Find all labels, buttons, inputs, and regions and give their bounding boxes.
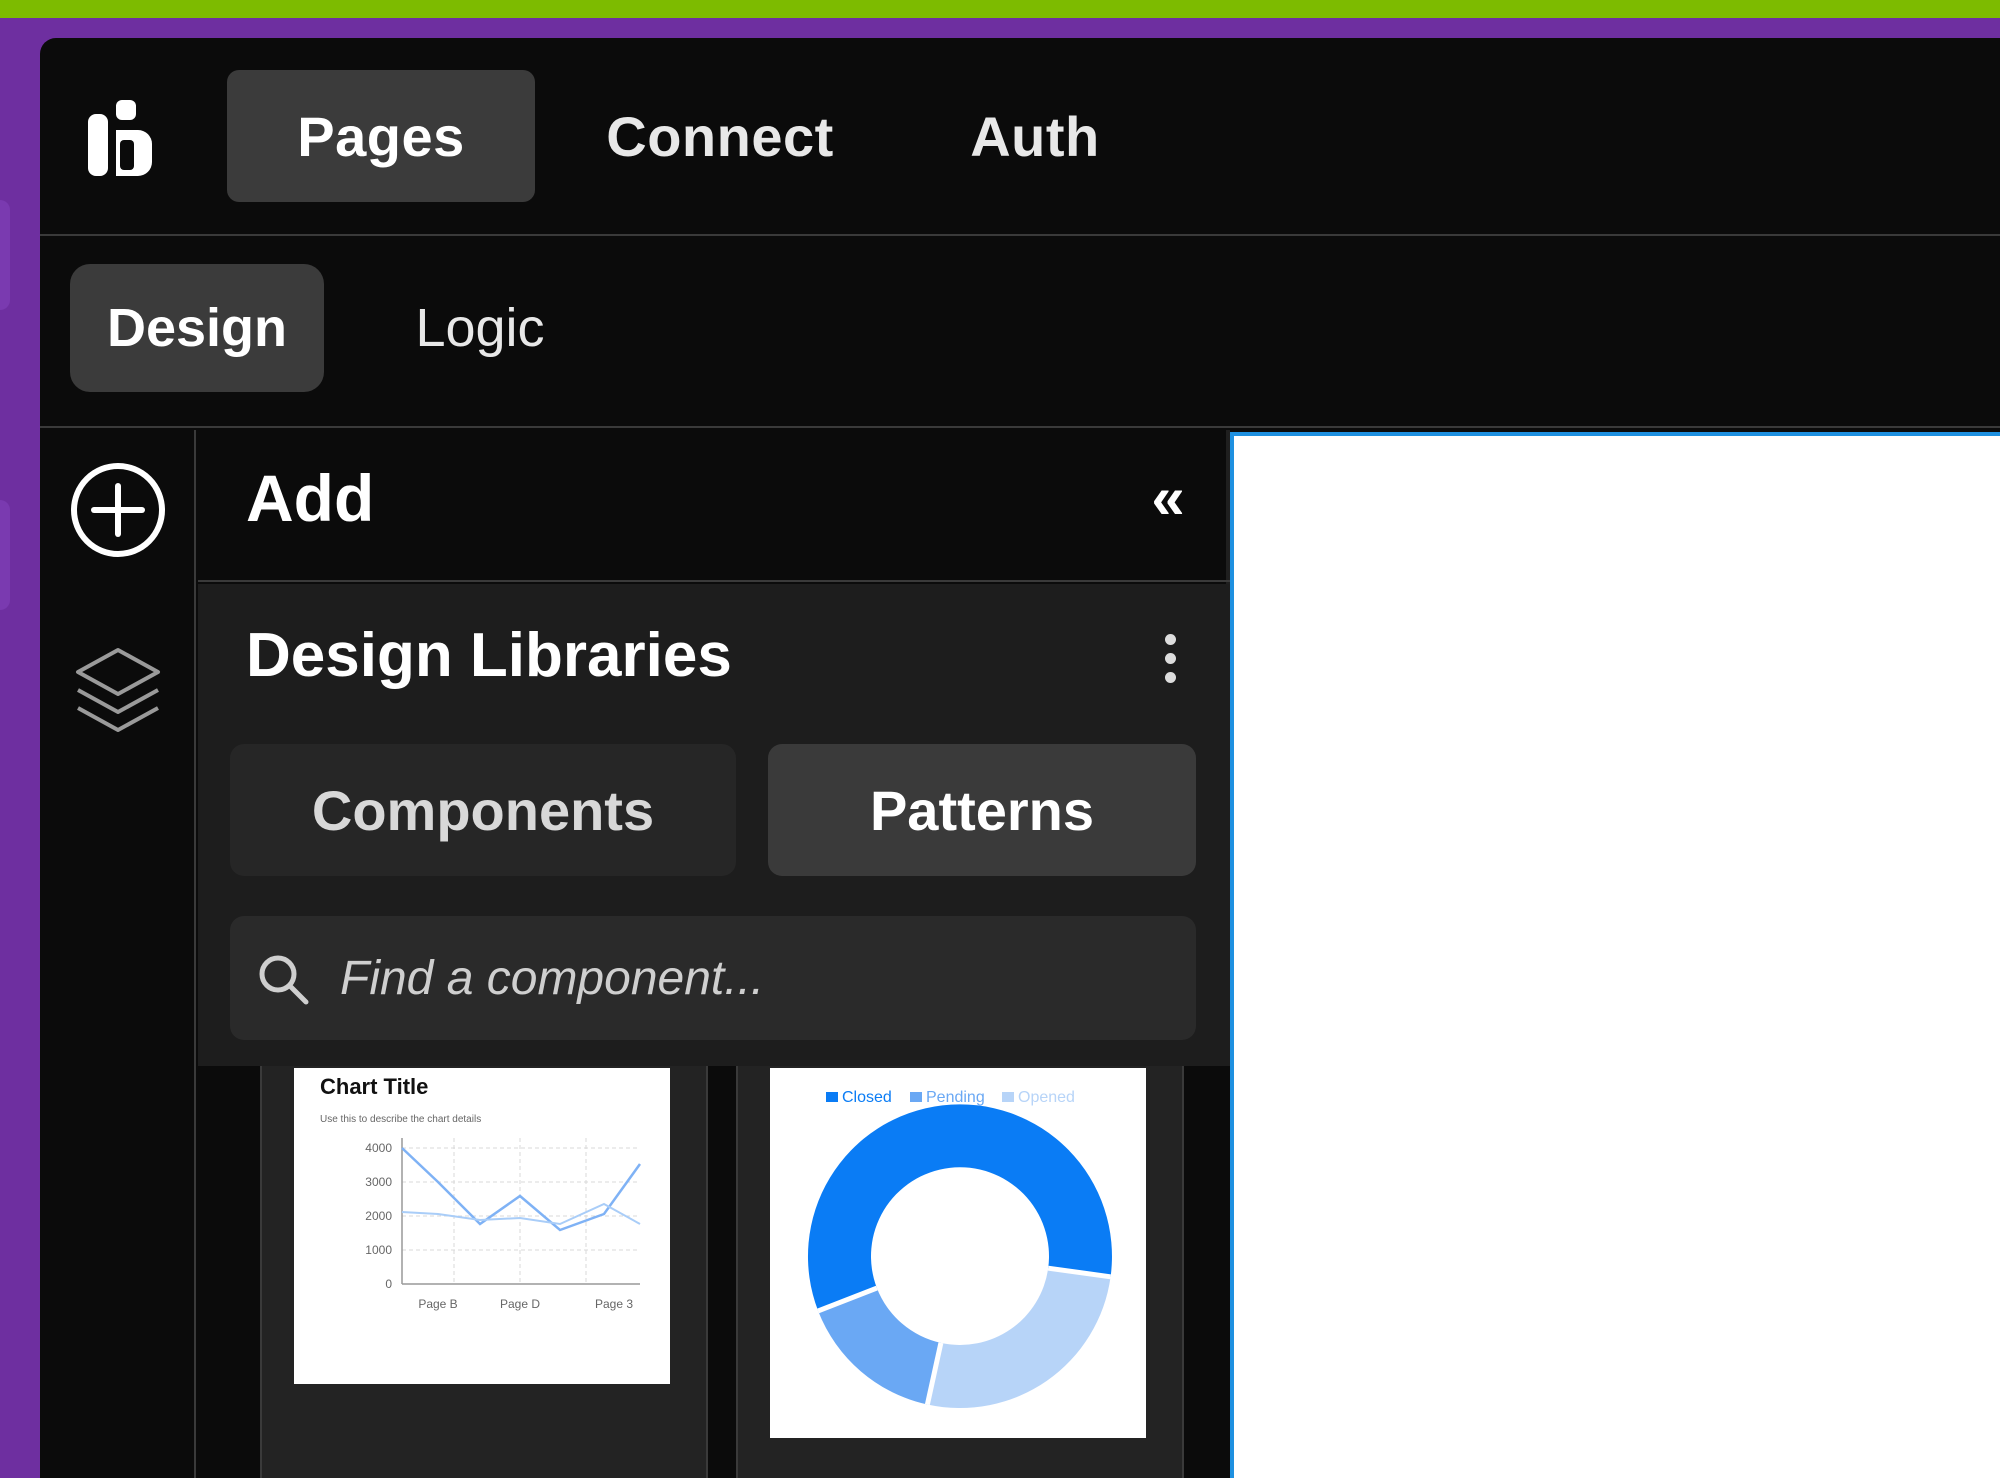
thumb-chart-title: Chart Title <box>320 1074 428 1099</box>
pattern-card-line-chart[interactable]: Chart Title Use this to describe the cha… <box>260 1066 708 1478</box>
thumb-y-tick: 0 <box>385 1277 392 1291</box>
thumb-y-tick: 2000 <box>365 1209 392 1223</box>
left-edge-tab <box>0 500 10 610</box>
left-edge-tab <box>0 200 10 310</box>
thumb-y-tick: 1000 <box>365 1243 392 1257</box>
pattern-card-donut-chart[interactable]: Closed Pending Opened <box>736 1066 1184 1478</box>
design-libraries-section: Design Libraries Components Patterns <box>198 584 1230 1066</box>
legend-swatch <box>910 1092 922 1102</box>
thumb-x-tick: Page 3 <box>595 1297 633 1311</box>
thumb-y-tick: 4000 <box>365 1141 392 1155</box>
search-input[interactable] <box>340 946 1160 1010</box>
line-chart-thumbnail: Chart Title Use this to describe the cha… <box>294 1068 670 1384</box>
collapse-panel-button[interactable]: « <box>1138 468 1198 530</box>
thumb-x-tick: Page B <box>418 1297 457 1311</box>
thumb-y-tick: 3000 <box>365 1175 392 1189</box>
tab-logic[interactable]: Logic <box>380 264 580 392</box>
tab-auth[interactable]: Auth <box>940 70 1130 202</box>
app-window: Pages Connect Auth Design Logic Add « De… <box>40 38 2000 1478</box>
layers-icon[interactable] <box>70 642 166 738</box>
mode-switcher: Design Logic <box>40 238 2000 428</box>
tab-pages[interactable]: Pages <box>227 70 535 202</box>
add-panel: Add « Design Libraries Components Patter… <box>198 430 1230 1478</box>
tab-connect[interactable]: Connect <box>600 70 840 202</box>
legend-closed: Closed <box>842 1089 892 1106</box>
legend-opened: Opened <box>1018 1089 1075 1106</box>
design-canvas[interactable] <box>1230 432 2000 1478</box>
left-icon-rail <box>40 430 196 1478</box>
search-box <box>230 916 1196 1040</box>
app-logo-icon <box>88 100 152 176</box>
donut-segment-opened <box>927 1268 1111 1409</box>
left-edge-decor <box>0 200 10 620</box>
panel-title: Add <box>246 461 375 535</box>
search-icon <box>259 955 309 1005</box>
donut-chart-thumbnail: Closed Pending Opened <box>770 1068 1146 1438</box>
tab-design[interactable]: Design <box>70 264 324 392</box>
segment-patterns[interactable]: Patterns <box>768 744 1196 876</box>
thumb-chart-subtitle: Use this to describe the chart details <box>320 1114 481 1125</box>
top-navbar: Pages Connect Auth <box>40 38 2000 236</box>
plus-circle-icon[interactable] <box>70 462 166 558</box>
legend-pending: Pending <box>926 1089 985 1106</box>
legend-swatch <box>826 1092 838 1102</box>
section-title: Design Libraries <box>246 621 732 690</box>
thumb-x-tick: Page D <box>500 1297 540 1311</box>
pattern-cards: Chart Title Use this to describe the cha… <box>198 1066 1230 1478</box>
add-panel-header: Add « <box>198 430 1230 582</box>
more-options-icon[interactable] <box>1158 634 1182 694</box>
legend-swatch <box>1002 1092 1014 1102</box>
segment-components[interactable]: Components <box>230 744 736 876</box>
top-accent-strip <box>0 0 2000 18</box>
